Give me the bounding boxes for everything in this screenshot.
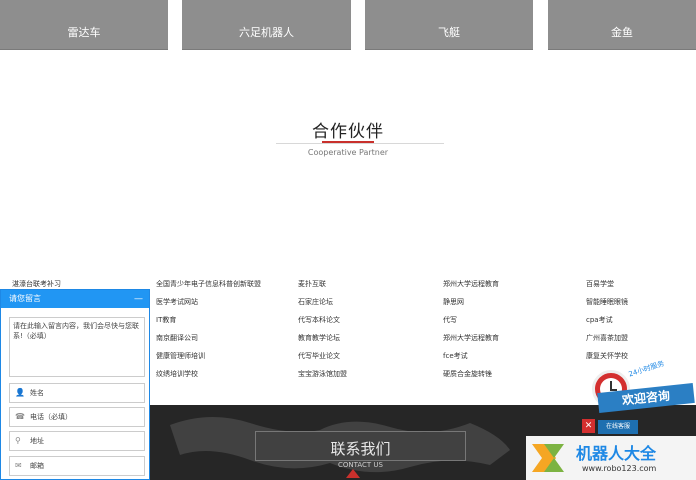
email-field-label: 邮箱 — [30, 462, 44, 470]
email-field[interactable]: ✉ 邮箱 — [9, 456, 145, 476]
partner-link[interactable]: 医学考试网站 — [156, 297, 198, 307]
partner-link[interactable]: 湛濠台联考补习 — [12, 279, 61, 289]
partner-title: 合作伙伴 — [312, 122, 384, 142]
partner-link[interactable]: 静思网 — [443, 297, 464, 307]
partner-link[interactable]: 百易学堂 — [586, 279, 614, 289]
partner-subtitle: Cooperative Partner — [307, 148, 389, 157]
partner-link[interactable]: 代写本科论文 — [298, 315, 340, 325]
partner-link[interactable]: 全国青少年电子信息科普创新联盟 — [156, 279, 261, 289]
site-watermark: 机器人大全 www.robo123.com — [526, 436, 696, 480]
watermark-url: www.robo123.com — [582, 464, 657, 473]
phone-icon: ☎ — [15, 412, 25, 421]
partner-link[interactable]: IT教育 — [156, 315, 176, 325]
contact-subtitle: CONTACT US — [338, 461, 383, 469]
partner-link[interactable]: 健康管理师培训 — [156, 351, 205, 361]
message-widget: 请您留言 — 请在此输入留言内容，我们会尽快与您联系!（必填） 👤 姓名 ☎ 电… — [0, 289, 150, 480]
partner-link[interactable]: 广州喜茶加盟 — [586, 333, 628, 343]
name-field[interactable]: 👤 姓名 — [9, 383, 145, 403]
message-textarea[interactable]: 请在此输入留言内容，我们会尽快与您联系!（必填） — [9, 317, 145, 377]
message-widget-header[interactable]: 请您留言 — — [1, 290, 149, 308]
name-field-label: 姓名 — [30, 389, 44, 397]
product-card-label: 金鱼 — [611, 26, 633, 39]
address-field[interactable]: ⚲ 地址 — [9, 431, 145, 451]
product-card-4[interactable]: 金鱼 — [548, 0, 696, 50]
partner-underline — [322, 141, 374, 143]
partner-link[interactable]: 麦扑互联 — [298, 279, 326, 289]
contact-title: 联系我们 — [330, 440, 391, 458]
close-icon[interactable]: ✕ — [582, 419, 595, 433]
product-card-1[interactable]: 雷达车 — [0, 0, 168, 50]
partner-link[interactable]: 宝宝游泳馆加盟 — [298, 369, 347, 379]
partner-link[interactable]: 智能睡眠眼镜 — [586, 297, 628, 307]
address-field-label: 地址 — [30, 437, 44, 445]
watermark-title: 机器人大全 — [576, 444, 657, 463]
robot-logo-icon — [532, 444, 564, 472]
product-card-label: 飞艇 — [438, 26, 460, 39]
partner-link[interactable]: 硬质合金旋转锉 — [443, 369, 492, 379]
product-card-label: 六足机器人 — [239, 26, 294, 39]
partner-link[interactable]: 康复关怀学校 — [586, 351, 628, 361]
partner-link[interactable]: fce考试 — [443, 351, 468, 361]
phone-field-label: 电话（必填） — [30, 413, 72, 421]
product-card-3[interactable]: 飞艇 — [365, 0, 533, 50]
partner-link[interactable]: 郑州大学远程教育 — [443, 333, 499, 343]
partner-link[interactable]: 代写毕业论文 — [298, 351, 340, 361]
product-card-2[interactable]: 六足机器人 — [182, 0, 351, 50]
user-icon: 👤 — [15, 388, 25, 397]
partner-divider — [276, 143, 444, 144]
phone-field[interactable]: ☎ 电话（必填） — [9, 407, 145, 427]
message-widget-title: 请您留言 — [9, 294, 41, 303]
service-hours-label: 24小时服务 — [627, 359, 666, 379]
location-icon: ⚲ — [15, 436, 21, 445]
partner-link[interactable]: 石家庄论坛 — [298, 297, 333, 307]
product-cards: 雷达车 六足机器人 飞艇 金鱼 — [0, 0, 696, 50]
partner-link[interactable]: 纹绣培训学校 — [156, 369, 198, 379]
product-card-label: 雷达车 — [67, 26, 101, 39]
partner-link[interactable]: 郑州大学远程教育 — [443, 279, 499, 289]
partner-link[interactable]: cpa考试 — [586, 315, 613, 325]
partner-link[interactable]: 代写 — [443, 315, 457, 325]
online-service-button[interactable]: 在线客服 — [598, 420, 638, 434]
partner-link[interactable]: 南京翻译公司 — [156, 333, 198, 343]
minimize-icon[interactable]: — — [134, 290, 143, 308]
partner-link[interactable]: 教育教学论坛 — [298, 333, 340, 343]
contact-arrow-icon — [346, 469, 360, 478]
mail-icon: ✉ — [15, 461, 22, 470]
